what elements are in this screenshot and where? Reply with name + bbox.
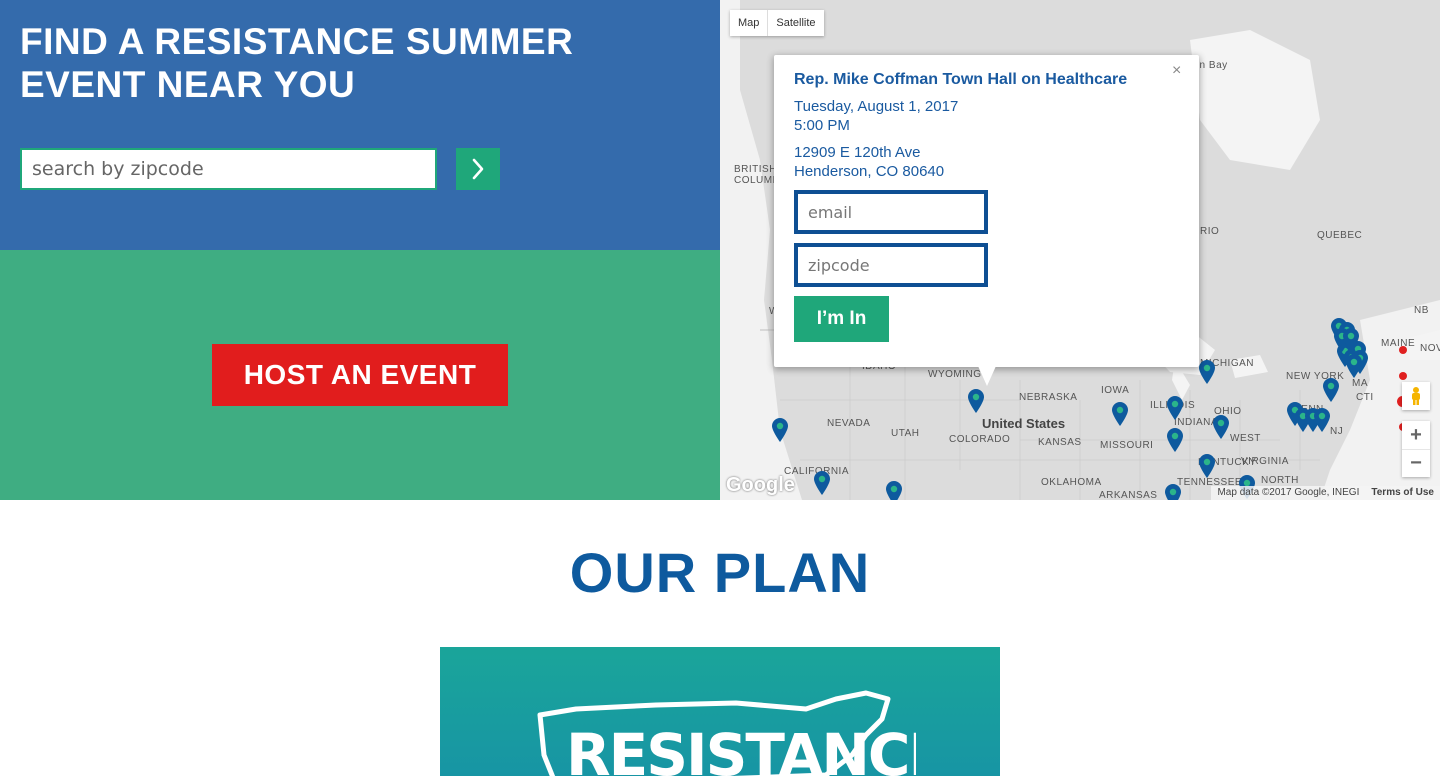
map-pin-icon[interactable] (1313, 407, 1331, 433)
event-address-line2: Henderson, CO 80640 (794, 163, 945, 180)
event-date: Tuesday, August 1, 2017 (794, 98, 959, 115)
our-plan-heading: OUR PLAN (569, 541, 871, 604)
map-label-nevada: NEVADA (827, 418, 871, 429)
map-label-nebraska: NEBRASKA (1019, 392, 1078, 403)
map-label-united-states: United States (982, 416, 1066, 431)
map-pin-icon[interactable] (1166, 395, 1184, 421)
resistance-graphic: RESISTANCE (440, 647, 1000, 776)
resistance-text: RESISTANCE (566, 721, 916, 776)
map-label-nov: NOV (1420, 343, 1440, 354)
rsvp-submit-button[interactable]: I’m In (794, 296, 889, 342)
host-event-button[interactable]: HOST AN EVENT (212, 344, 508, 406)
map-label-ct: CTI (1356, 392, 1374, 403)
map-label-quebec: QUEBEC (1317, 230, 1363, 241)
map-pin-icon[interactable] (885, 480, 903, 500)
map-pin-icon[interactable] (1212, 414, 1230, 440)
map-label-north: NORTH (1261, 475, 1299, 486)
close-icon[interactable]: × (1172, 62, 1181, 80)
map-label-west: WEST (1230, 433, 1261, 444)
map-label-utah: UTAH (891, 428, 920, 439)
zoom-control: + − (1402, 421, 1430, 477)
map-pin-icon[interactable] (1166, 427, 1184, 453)
event-dot[interactable] (1399, 346, 1407, 354)
resistance-map-logo: RESISTANCE (537, 690, 916, 776)
zipcode-search-input[interactable] (20, 148, 437, 190)
map-pin-icon[interactable] (771, 417, 789, 443)
map-label-kansas: KANSAS (1038, 437, 1082, 448)
chevron-right-icon (472, 158, 484, 180)
map-type-control: Map Satellite (730, 10, 824, 36)
map-label-ontario: RIO (1200, 226, 1220, 237)
zoom-in-button[interactable]: + (1402, 421, 1430, 449)
map-label-nb: NB (1414, 305, 1429, 316)
map-label-ma: MA (1352, 378, 1368, 389)
map-type-satellite[interactable]: Satellite (767, 10, 823, 36)
map-label-british-columbia: BRITISH COLUMB (734, 164, 780, 186)
event-title: Rep. Mike Coffman Town Hall on Healthcar… (794, 71, 1128, 88)
map-label-colorado: COLORADO (949, 434, 1011, 445)
event-address-line1: 12909 E 120th Ave (794, 144, 921, 161)
map-label-arkansas: ARKANSAS (1099, 490, 1158, 500)
map-pin-icon[interactable] (967, 388, 985, 414)
pegman-icon (1412, 387, 1420, 405)
info-window-tail (978, 366, 996, 386)
map-type-map[interactable]: Map (730, 10, 767, 36)
event-dot[interactable] (1399, 372, 1407, 380)
google-logo: Google (726, 474, 795, 496)
map-label-oklahoma: OKLAHOMA (1041, 477, 1102, 488)
street-view-pegman-icon[interactable] (1402, 382, 1430, 410)
event-time: 5:00 PM (794, 117, 850, 134)
map-pin-icon[interactable] (1111, 401, 1129, 427)
map-pin-icon[interactable] (813, 470, 831, 496)
map-label-nj: NJ (1330, 426, 1344, 437)
rsvp-email-field[interactable] (794, 190, 988, 234)
map-pin-icon[interactable] (1164, 483, 1182, 500)
hero-section: FIND A RESISTANCE SUMMER EVENT NEAR YOU … (0, 0, 720, 500)
terms-of-use-link[interactable]: Terms of Use (1365, 486, 1440, 500)
map-pin-icon[interactable] (1345, 353, 1363, 379)
map-label-missouri: MISSOURI (1100, 440, 1154, 451)
zoom-out-button[interactable]: − (1402, 449, 1430, 477)
map-label-wyoming: WYOMING (928, 369, 982, 380)
map-pin-icon[interactable] (1322, 377, 1340, 403)
event-info-window: Rep. Mike Coffman Town Hall on Healthcar… (774, 55, 1199, 367)
hero-title: FIND A RESISTANCE SUMMER EVENT NEAR YOU (20, 21, 574, 105)
map-pin-icon[interactable] (1198, 359, 1216, 385)
map-attribution: Map data ©2017 Google, INEGI (1217, 487, 1360, 498)
zipcode-search-button[interactable] (456, 148, 500, 190)
map-label-maine: MAINE (1381, 338, 1416, 349)
map-label-iowa: IOWA (1101, 385, 1130, 396)
map-attribution-bar: Map data ©2017 Google, INEGI Terms of Us… (1211, 486, 1440, 500)
rsvp-zipcode-field[interactable] (794, 243, 988, 287)
map-pin-icon[interactable] (1198, 453, 1216, 479)
events-map[interactable]: Map Satellite son Bay BRITISH COLUMB RIO… (720, 0, 1440, 500)
